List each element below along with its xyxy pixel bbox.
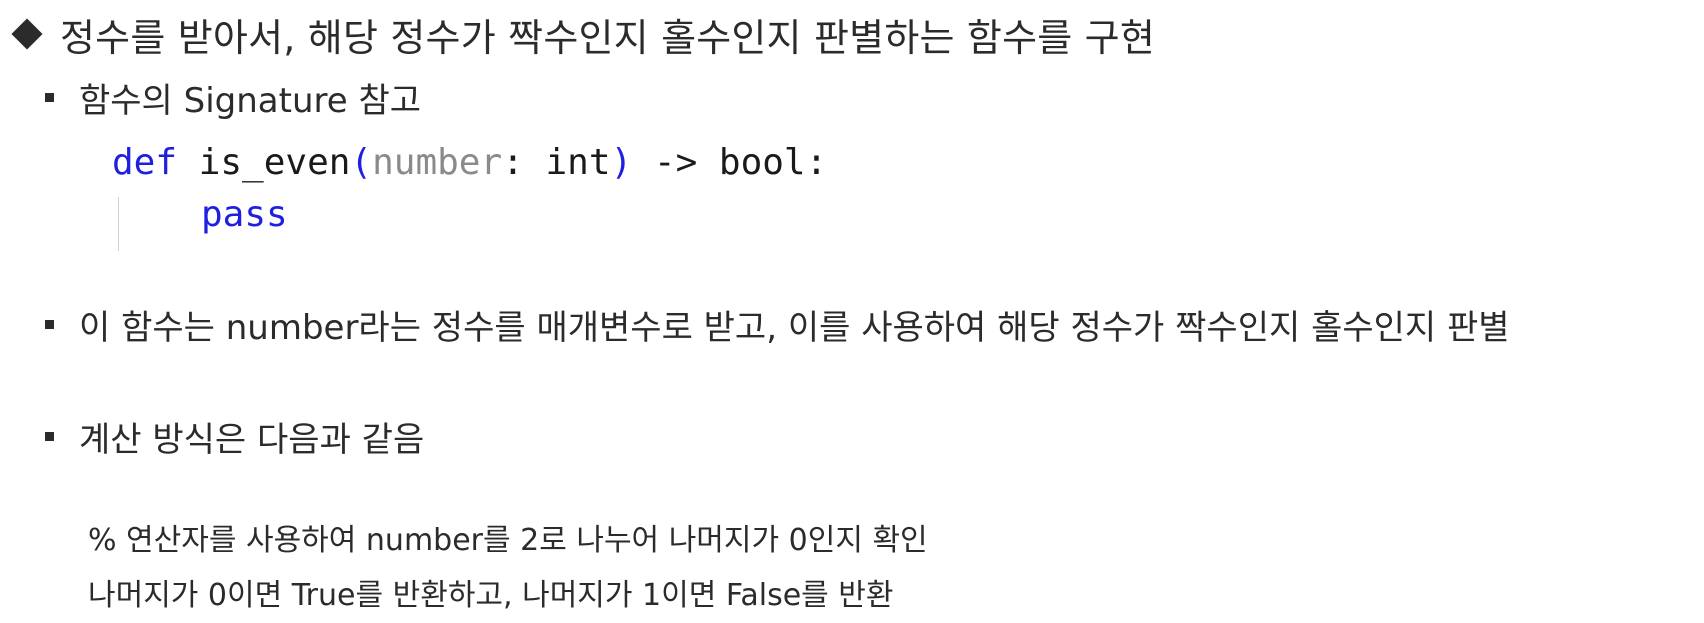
code-param: number [372,142,503,183]
bullet-description: 이 함수는 number라는 정수를 매개변수로 받고, 이를 사용하여 해당 … [45,302,1510,348]
code-line-pass: pass [201,189,288,241]
code-param-type: : int [502,142,611,183]
bullet-method: 계산 방식은 다음과 같음 [45,414,425,460]
code-keyword-pass: pass [201,194,288,235]
code-rparen: ) [610,142,633,183]
detail-line-1: % 연산자를 사용하여 number를 2로 나누어 나머지가 0인지 확인 [88,523,928,558]
code-lparen: ( [350,142,373,183]
bullet-signature: 함수의 Signature 참고 [45,75,422,121]
indent-guide [118,197,119,251]
bullet-text: 이 함수는 number라는 정수를 매개변수로 받고, 이를 사용하여 해당 … [79,307,1510,348]
square-bullet-icon [45,319,54,329]
code-return: -> bool: [632,142,828,183]
main-heading: 정수를 받아서, 해당 정수가 짝수인지 홀수인지 판별하는 함수를 구현 [10,8,1155,60]
bullet-text: 계산 방식은 다음과 같음 [79,419,425,460]
heading-text: 정수를 받아서, 해당 정수가 짝수인지 홀수인지 판별하는 함수를 구현 [60,15,1155,60]
detail-line-2: 나머지가 0이면 True를 반환하고, 나머지가 1이면 False를 반환 [88,578,894,613]
code-keyword-def: def [112,142,178,183]
code-line-def: def is_even(number: int) -> bool: [112,137,827,189]
square-bullet-icon [45,92,54,102]
square-bullet-icon [45,431,54,441]
diamond-icon [11,18,43,50]
code-function-name: is_even [177,142,351,183]
bullet-text: 함수의 Signature 참고 [79,80,422,121]
